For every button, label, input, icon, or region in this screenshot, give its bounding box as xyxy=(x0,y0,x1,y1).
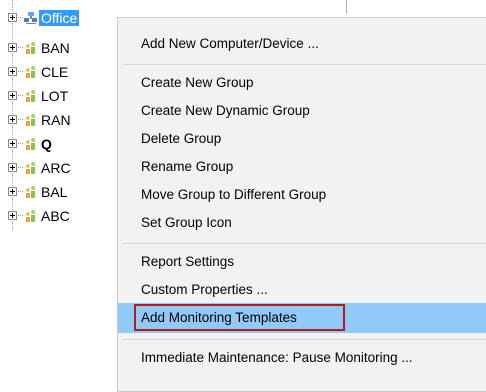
tree-item-abc[interactable]: ABC xyxy=(0,206,130,226)
group-icon xyxy=(26,66,35,78)
menu-item-delete-group[interactable]: Delete Group xyxy=(118,125,486,153)
menu-item-label: Create New Dynamic Group xyxy=(141,103,310,118)
expand-icon[interactable] xyxy=(8,211,17,220)
tree-item-label: Q xyxy=(41,136,52,152)
group-icon xyxy=(26,114,35,126)
group-icon xyxy=(26,42,35,54)
menu-item-rename-group[interactable]: Rename Group xyxy=(118,153,486,181)
tree-item-ban[interactable]: BAN xyxy=(0,38,130,58)
tree-item-cle[interactable]: CLE xyxy=(0,62,130,82)
tree-item-label: LOT xyxy=(41,88,69,104)
menu-item-add-new-computer-device[interactable]: Add New Computer/Device ... xyxy=(118,30,486,58)
group-icon xyxy=(26,210,35,222)
tree-item-lot[interactable]: LOT xyxy=(0,86,130,106)
menu-item-label: Move Group to Different Group xyxy=(141,187,327,202)
tree-item-label: ABC xyxy=(41,208,70,224)
menu-separator xyxy=(122,64,486,65)
menu-item-label: Immediate Maintenance: Pause Monitoring … xyxy=(141,350,413,365)
menu-item-label: Custom Properties ... xyxy=(141,282,268,297)
tree-item-office[interactable]: Office xyxy=(0,8,130,28)
tree-item-bal[interactable]: BAL xyxy=(0,182,130,202)
menu-item-label: Add New Computer/Device ... xyxy=(141,36,319,51)
expand-icon[interactable] xyxy=(8,187,17,196)
expand-icon[interactable] xyxy=(8,139,17,148)
tree-item-arc[interactable]: ARC xyxy=(0,158,130,178)
menu-separator xyxy=(122,339,486,340)
menu-item-report-settings[interactable]: Report Settings xyxy=(118,248,486,276)
menu-item-label: Add Monitoring Templates xyxy=(141,310,297,325)
tree-item-label: BAL xyxy=(41,184,68,200)
menu-item-set-group-icon[interactable]: Set Group Icon xyxy=(118,209,486,237)
group-icon xyxy=(26,162,35,174)
tree-item-label: RAN xyxy=(41,112,71,128)
expand-icon[interactable] xyxy=(8,13,17,22)
expand-icon[interactable] xyxy=(8,43,17,52)
menu-item-create-new-dynamic-group[interactable]: Create New Dynamic Group xyxy=(118,97,486,125)
group-icon xyxy=(26,186,35,198)
menu-separator xyxy=(122,243,486,244)
menu-item-label: Create New Group xyxy=(141,75,254,90)
tree-item-label: ARC xyxy=(41,160,71,176)
expand-icon[interactable] xyxy=(8,163,17,172)
menu-item-label: Report Settings xyxy=(141,254,235,269)
menu-item-custom-properties[interactable]: Custom Properties ... xyxy=(118,276,486,304)
tree-item-ran[interactable]: RAN xyxy=(0,110,130,130)
menu-item-add-monitoring-templates[interactable]: Add Monitoring Templates xyxy=(118,303,486,333)
menu-item-create-new-group[interactable]: Create New Group xyxy=(118,69,486,97)
menu-item-label: Rename Group xyxy=(141,159,234,174)
group-icon xyxy=(26,90,35,102)
tree-item-label: BAN xyxy=(41,40,70,56)
group-tree: Office BAN CLE LOT RAN Q ARC BAL ABC xyxy=(0,0,130,386)
group-icon xyxy=(26,138,35,150)
expand-icon[interactable] xyxy=(8,115,17,124)
context-menu: Add New Computer/Device ... Create New G… xyxy=(117,17,486,392)
tree-item-q[interactable]: Q xyxy=(0,134,130,154)
tree-item-label: Office xyxy=(39,10,80,26)
menu-item-label: Set Group Icon xyxy=(141,215,232,230)
expand-icon[interactable] xyxy=(8,91,17,100)
pane-divider[interactable] xyxy=(346,0,347,14)
expand-icon[interactable] xyxy=(8,67,17,76)
menu-item-immediate-maintenance[interactable]: Immediate Maintenance: Pause Monitoring … xyxy=(118,344,486,372)
menu-item-label: Delete Group xyxy=(141,131,222,146)
network-group-icon xyxy=(24,12,37,24)
menu-item-move-group[interactable]: Move Group to Different Group xyxy=(118,181,486,209)
tree-item-label: CLE xyxy=(41,64,69,80)
